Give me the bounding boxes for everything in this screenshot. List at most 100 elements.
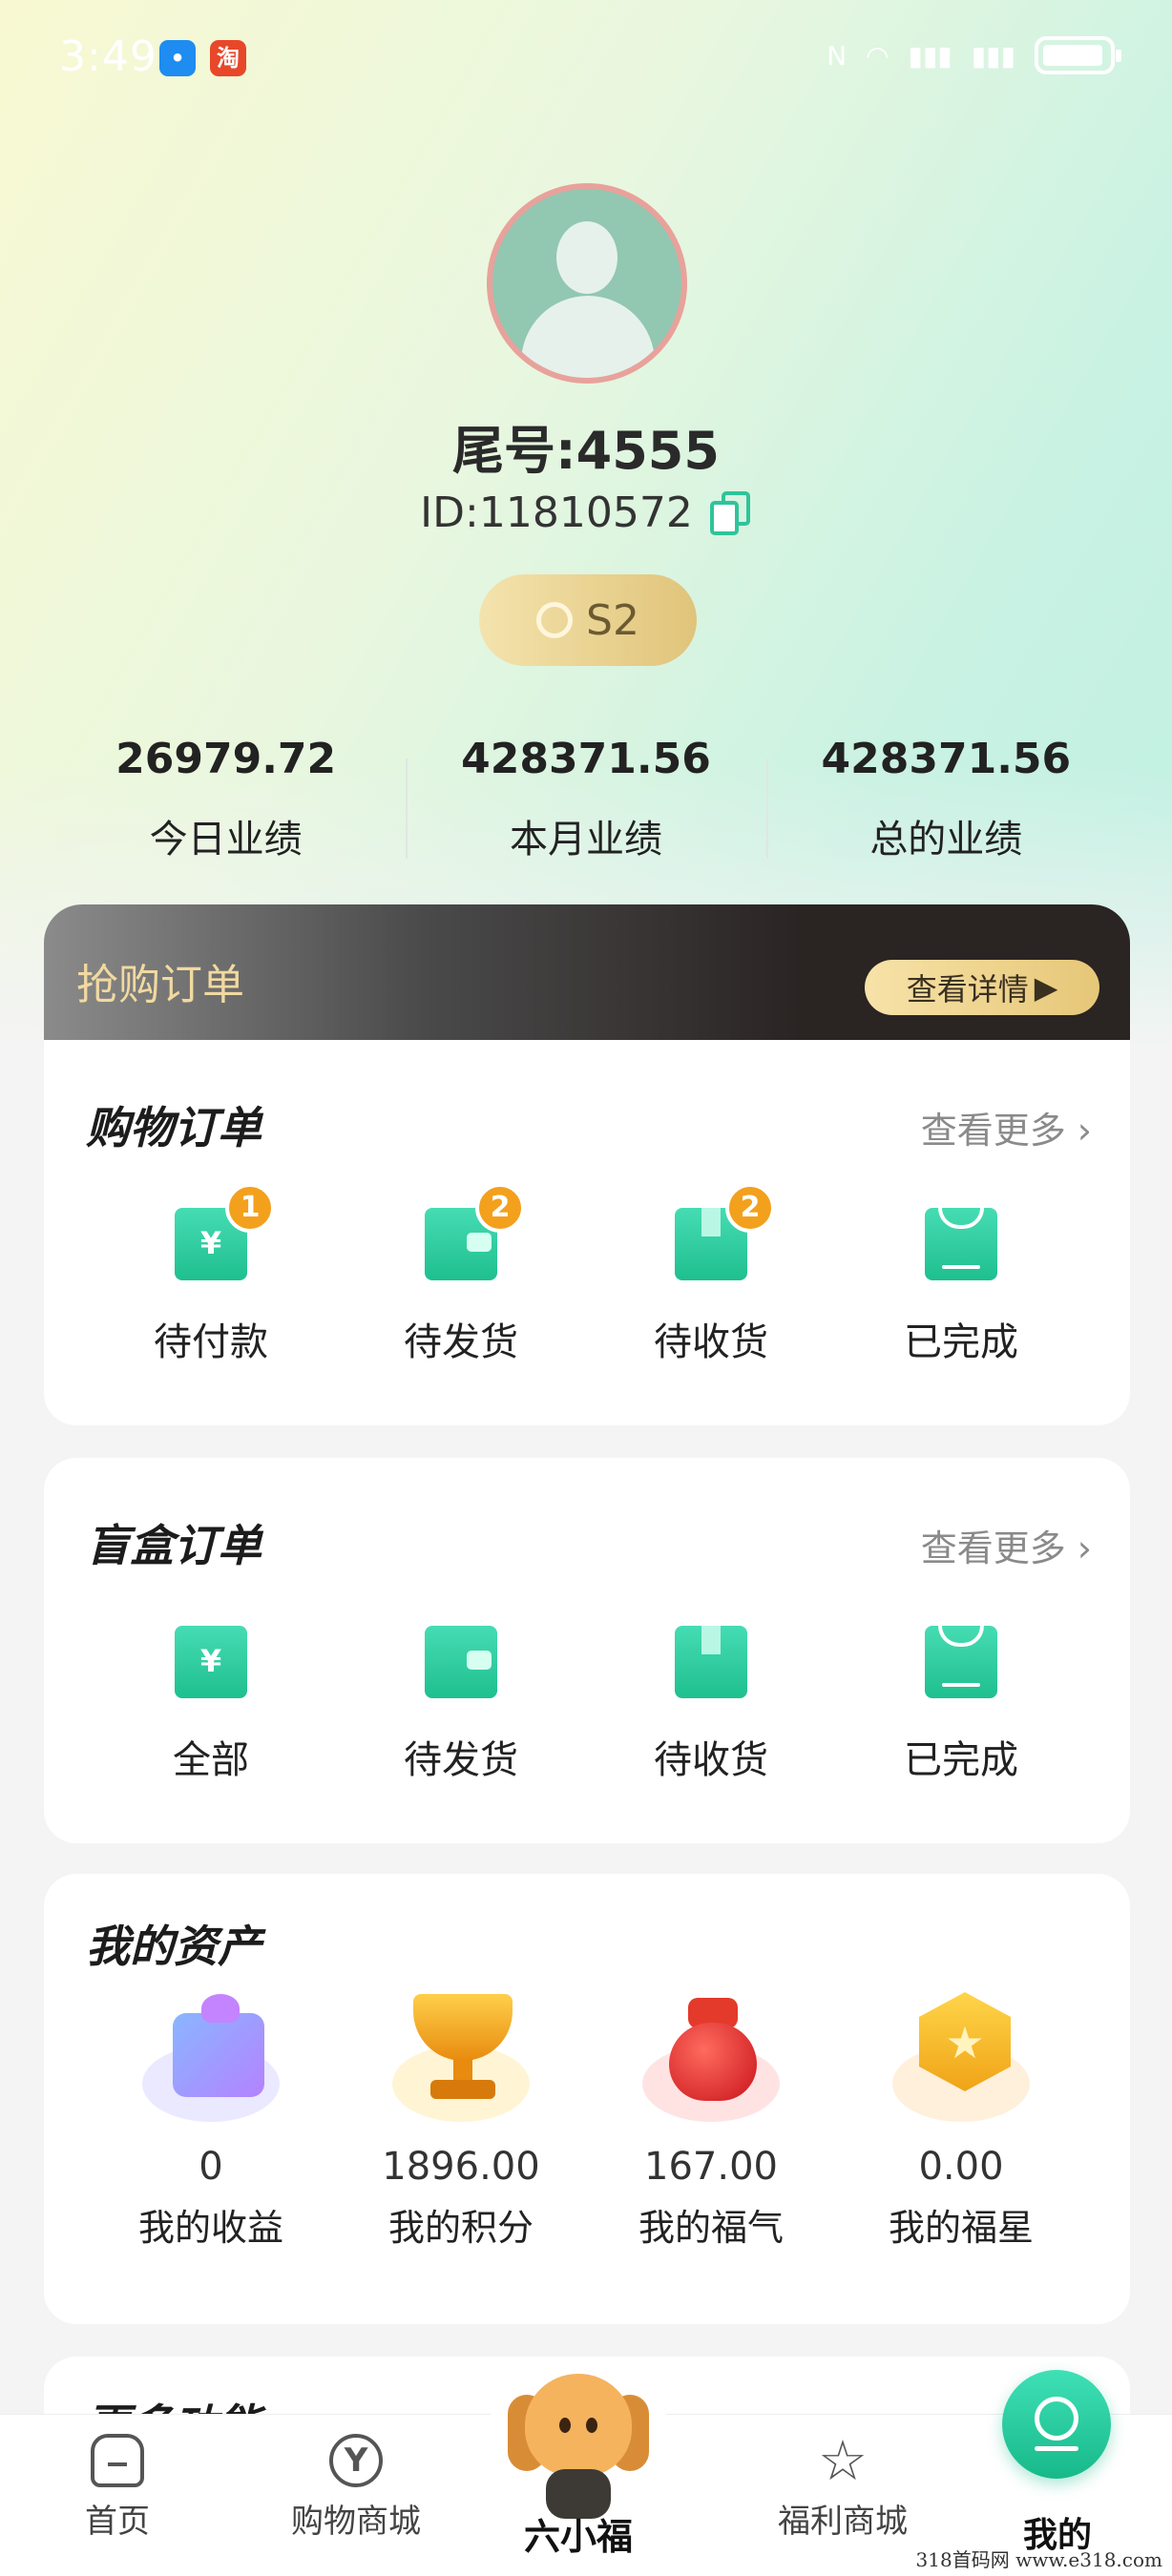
nav-liuxiaofu-label[interactable]: 六小福 xyxy=(483,2507,674,2560)
view-details-button[interactable]: 查看详情 ▶ xyxy=(865,960,1099,1015)
order-pending-receipt[interactable]: 2 待收货 xyxy=(586,1183,836,1366)
stat-total: 428371.56 总的业绩 xyxy=(765,735,1126,878)
stat-value: 428371.56 xyxy=(461,735,711,783)
title-highlight: 资产 xyxy=(174,1921,262,1972)
wifi-icon: ◠ xyxy=(866,39,889,72)
title-highlight: 订单 xyxy=(174,1520,262,1571)
lucky-bag-icon xyxy=(635,1988,787,2122)
blindbox-view-more-link[interactable]: 查看更多 › xyxy=(921,1519,1092,1571)
stat-month: 428371.56 本月业绩 xyxy=(406,735,765,878)
performance-stats: 26979.72 今日业绩 428371.56 本月业绩 428371.56 总… xyxy=(46,735,1126,878)
home-icon xyxy=(91,2434,144,2487)
blindbox-completed[interactable]: 已完成 xyxy=(836,1626,1086,1784)
4g-signal-icon: ▮▮▮ xyxy=(971,39,1015,72)
order-completed[interactable]: 已完成 xyxy=(836,1208,1086,1366)
star-medal-icon: ★ xyxy=(885,1988,1037,2122)
asset-lucky-star[interactable]: ★ 0.00 我的福星 xyxy=(836,1988,1086,2251)
count-badge: 2 xyxy=(725,1183,775,1233)
level-badge[interactable]: S2 xyxy=(479,574,697,666)
order-pending-shipment[interactable]: 2 待发货 xyxy=(336,1183,586,1366)
chevron-right-icon: › xyxy=(1065,1110,1092,1152)
asset-value: 167.00 xyxy=(644,2145,778,2189)
order-status-label: 已完成 xyxy=(904,1320,1018,1364)
mall-icon xyxy=(329,2434,383,2487)
order-status-label: 待付款 xyxy=(154,1320,268,1364)
avatar-head-shape xyxy=(556,221,617,294)
order-pending-payment[interactable]: ¥ 1 待付款 xyxy=(86,1183,336,1366)
status-time: 3:49 xyxy=(59,32,157,81)
count-badge: 1 xyxy=(225,1183,275,1233)
view-more-label: 查看更多 xyxy=(920,1527,1066,1569)
view-details-label: 查看详情 xyxy=(906,971,1029,1008)
nav-label: 福利商城 xyxy=(778,2503,908,2541)
title-part: 我的 xyxy=(86,1921,174,1972)
avatar-body-shape xyxy=(521,296,655,378)
order-status-label: 待发货 xyxy=(404,1738,518,1782)
nav-shopping-mall[interactable]: 购物商城 xyxy=(208,2415,504,2576)
blindbox-orders-card: 盲盒订单 查看更多 › ¥ 全部 待发货 待收货 已完成 xyxy=(44,1458,1130,1843)
blindbox-order-status-row: ¥ 全部 待发货 待收货 已完成 xyxy=(44,1626,1130,1784)
copy-icon[interactable] xyxy=(708,490,752,535)
blindbox-orders-title: 盲盒订单 xyxy=(86,1511,262,1574)
user-id: ID:11810572 xyxy=(420,488,693,537)
nav-home[interactable]: 首页 xyxy=(27,2415,208,2576)
profile-icon xyxy=(1035,2397,1078,2441)
shopping-order-status-row: ¥ 1 待付款 2 待发货 2 待收货 已完成 xyxy=(44,1183,1130,1366)
asset-value: 0.00 xyxy=(918,2145,1004,2189)
asset-value: 1896.00 xyxy=(382,2145,540,2189)
trophy-icon xyxy=(385,1988,537,2122)
blindbox-pending-shipment[interactable]: 待发货 xyxy=(336,1626,586,1784)
flash-sale-banner[interactable]: 抢购订单 查看详情 ▶ xyxy=(44,904,1130,1040)
user-id-row: ID:11810572 xyxy=(0,488,1172,537)
stat-today: 26979.72 今日业绩 xyxy=(46,735,406,878)
shopping-orders-title: 购物订单 xyxy=(86,1093,262,1156)
nfc-icon: N xyxy=(827,39,848,72)
package-icon xyxy=(675,1626,747,1698)
level-text: S2 xyxy=(586,595,639,645)
play-arrow-icon: ▶ xyxy=(1034,969,1058,1006)
stat-value: 428371.56 xyxy=(821,735,1072,783)
assets-row: 0 我的收益 1896.00 我的积分 167.00 我的福气 ★ 0.00 我… xyxy=(44,1988,1130,2251)
blindbox-all[interactable]: ¥ 全部 xyxy=(86,1626,336,1784)
gift-box-icon xyxy=(135,1988,287,2122)
watermark: 318首码网 www.e318.com xyxy=(915,2548,1162,2571)
order-status-label: 已完成 xyxy=(904,1738,1018,1782)
view-more-label: 查看更多 xyxy=(920,1110,1066,1152)
asset-earnings[interactable]: 0 我的收益 xyxy=(86,1988,336,2251)
order-status-label: 待收货 xyxy=(654,1320,768,1364)
stat-label: 总的业绩 xyxy=(869,818,1023,862)
shopping-orders-card: 购物订单 查看更多 › ¥ 1 待付款 2 待发货 2 待收货 已完成 xyxy=(44,1040,1130,1425)
count-badge: 2 xyxy=(475,1183,525,1233)
flash-sale-title: 抢购订单 xyxy=(76,961,244,1009)
asset-points[interactable]: 1896.00 我的积分 xyxy=(336,1988,586,2251)
nickname: 尾号:4555 xyxy=(452,421,720,481)
asset-label: 我的收益 xyxy=(137,2207,283,2249)
level-icon xyxy=(536,602,574,638)
order-status-label: 全部 xyxy=(173,1738,249,1782)
order-status-label: 待发货 xyxy=(404,1320,518,1364)
asset-label: 我的福星 xyxy=(888,2207,1034,2249)
shopping-bag-icon xyxy=(925,1626,997,1698)
asset-label: 我的福气 xyxy=(638,2207,784,2249)
my-assets-card: 我的资产 0 我的收益 1896.00 我的积分 167.00 我的福气 ★ 0… xyxy=(44,1874,1130,2324)
nav-label: 购物商城 xyxy=(291,2503,421,2541)
avatar[interactable] xyxy=(487,183,687,384)
asset-label: 我的积分 xyxy=(387,2207,534,2249)
nav-label: 首页 xyxy=(85,2503,150,2541)
star-icon: ☆ xyxy=(818,2428,868,2493)
4g-signal-icon: ▮▮▮ xyxy=(908,39,952,72)
my-assets-title: 我的资产 xyxy=(86,1912,262,1975)
shopping-view-more-link[interactable]: 查看更多 › xyxy=(921,1101,1092,1153)
shopping-bag-icon xyxy=(925,1208,997,1280)
battery-icon xyxy=(1035,36,1121,74)
yen-mark: ¥ xyxy=(199,1643,222,1679)
nav-mine-button[interactable] xyxy=(1002,2370,1111,2479)
blindbox-pending-receipt[interactable]: 待收货 xyxy=(586,1626,836,1784)
message-app-icon: • xyxy=(159,40,196,76)
stat-value: 26979.72 xyxy=(115,735,337,783)
order-status-label: 待收货 xyxy=(654,1738,768,1782)
asset-fortune[interactable]: 167.00 我的福气 xyxy=(586,1988,836,2251)
wallet-icon xyxy=(425,1626,497,1698)
chevron-right-icon: › xyxy=(1065,1527,1092,1569)
stat-label: 今日业绩 xyxy=(149,818,303,862)
